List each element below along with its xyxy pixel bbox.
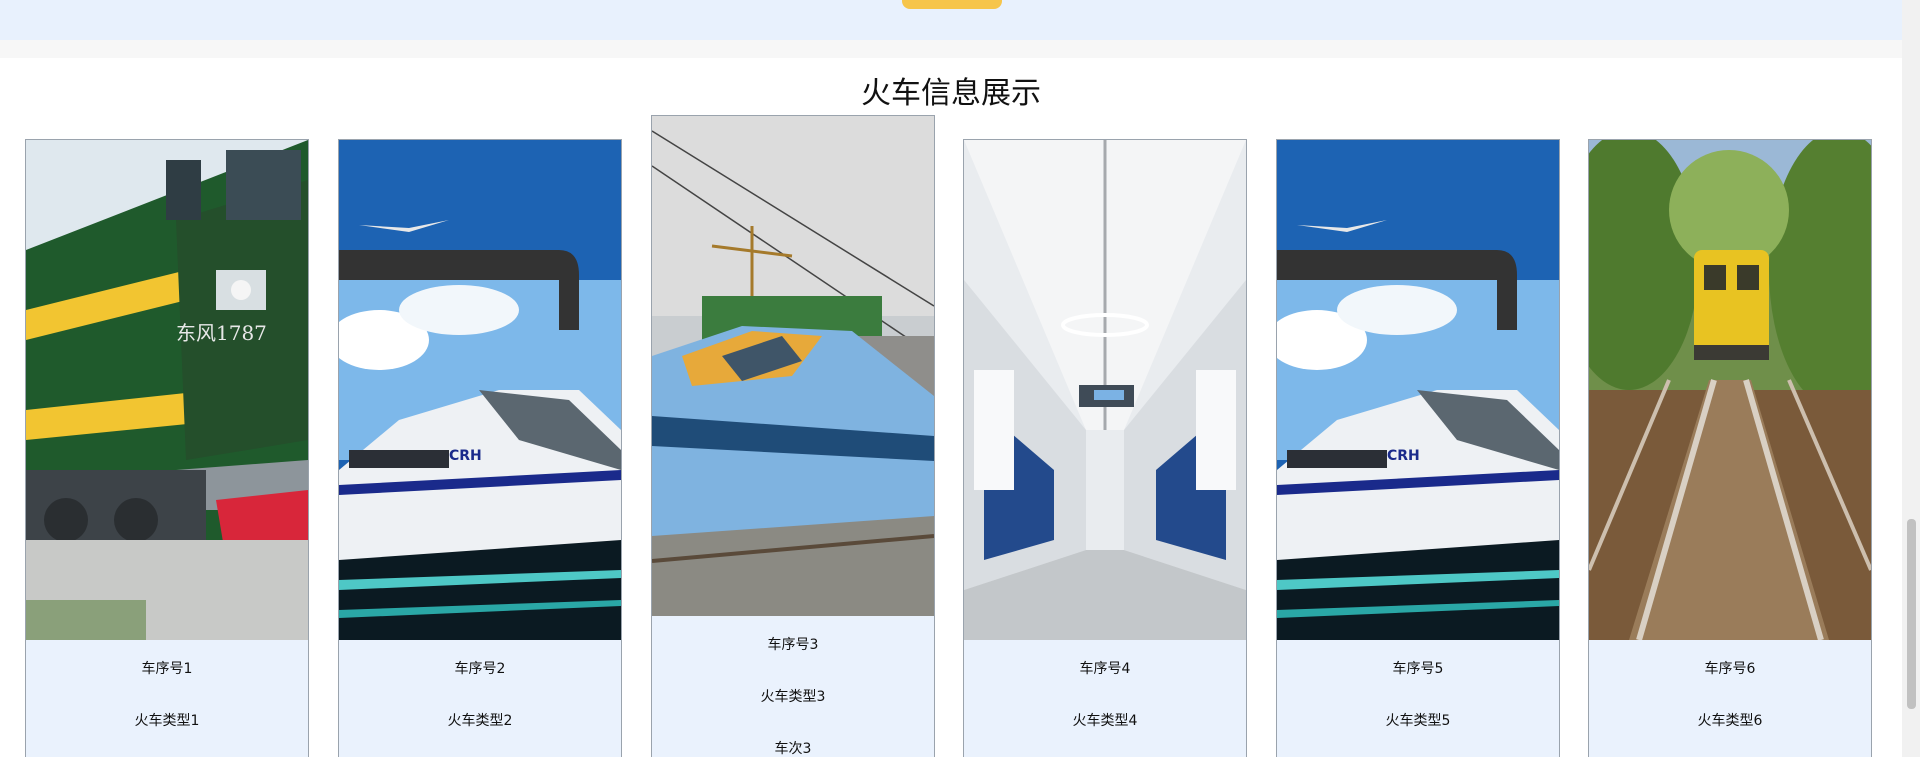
train-card[interactable]: CRH 车序号2 火车类型2 (338, 139, 622, 757)
svg-text:CRH: CRH (1387, 448, 1420, 464)
car-number: 车序号2 (454, 661, 506, 677)
car-number: 车序号1 (141, 661, 193, 677)
car-number: 车序号6 (1704, 661, 1756, 677)
scrollbar-thumb[interactable] (1907, 519, 1916, 709)
train-card[interactable]: 车序号6 火车类型6 (1588, 139, 1872, 757)
train-image-crh[interactable]: CRH (1277, 140, 1559, 640)
crh-train-illustration: CRH (1277, 140, 1559, 640)
train-image-interior[interactable] (964, 140, 1246, 640)
fuxing-train-illustration (652, 116, 934, 616)
train-type: 火车类型5 (1385, 713, 1451, 729)
train-card[interactable]: CRH 车序号5 火车类型5 (1276, 139, 1560, 757)
train-type: 火车类型1 (134, 713, 200, 729)
train-trip: 车次3 (774, 741, 812, 757)
page: 火车信息展示 东风1787 车序号1 火车类型1 CRH 车序号2 火车类型2 … (0, 0, 1920, 757)
train-card-info: 车序号1 火车类型1 (26, 640, 308, 757)
car-number: 车序号5 (1392, 661, 1444, 677)
train-type: 火车类型4 (1072, 713, 1138, 729)
train-type: 火车类型3 (760, 689, 826, 705)
green-locomotive-illustration: 东风1787 (26, 140, 308, 640)
train-interior-illustration (964, 140, 1246, 640)
train-card-info: 车序号5 火车类型5 (1277, 640, 1559, 757)
train-type: 火车类型6 (1697, 713, 1763, 729)
yellow-train-forest-illustration (1589, 140, 1871, 640)
train-type: 火车类型2 (447, 713, 513, 729)
train-card-info: 车序号4 火车类型4 (964, 640, 1246, 757)
train-card-info: 车序号3 火车类型3 车次3 (652, 616, 934, 757)
crh-train-illustration: CRH (339, 140, 621, 640)
train-image-yellow-forest[interactable] (1589, 140, 1871, 640)
train-card-highlighted[interactable]: 车序号3 火车类型3 车次3 (651, 115, 935, 757)
train-card[interactable]: 东风1787 车序号1 火车类型1 (25, 139, 309, 757)
train-image-green-locomotive[interactable]: 东风1787 (26, 140, 308, 640)
train-card[interactable]: 车序号4 火车类型4 (963, 139, 1247, 757)
svg-text:东风1787: 东风1787 (176, 321, 267, 345)
vertical-scrollbar[interactable] (1902, 0, 1920, 757)
train-card-info: 车序号6 火车类型6 (1589, 640, 1871, 757)
car-number: 车序号3 (767, 637, 819, 653)
train-card-list: 东风1787 车序号1 火车类型1 CRH 车序号2 火车类型2 车序号3 火车… (25, 0, 1895, 757)
svg-text:CRH: CRH (449, 448, 482, 464)
train-card-info: 车序号2 火车类型2 (339, 640, 621, 757)
train-image-crh[interactable]: CRH (339, 140, 621, 640)
car-number: 车序号4 (1079, 661, 1131, 677)
train-image-fuxing[interactable] (652, 116, 934, 616)
